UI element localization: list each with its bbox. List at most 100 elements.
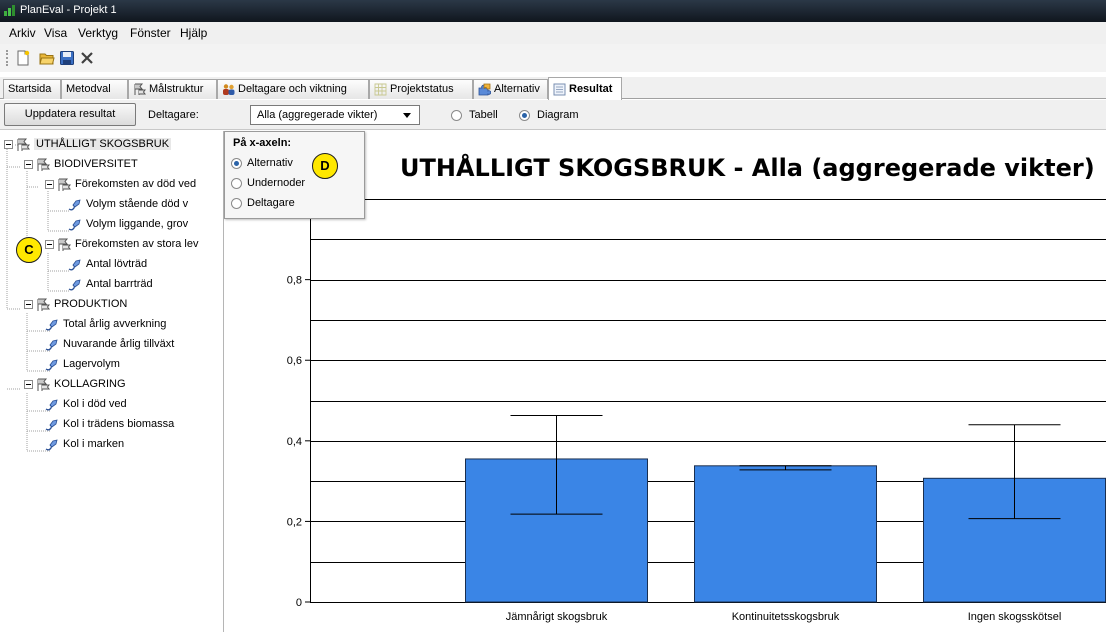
xaxis-popup-title: På x-axeln: bbox=[233, 137, 292, 149]
tab-label: Metodval bbox=[66, 83, 111, 95]
tab-metodval[interactable]: Metodval bbox=[61, 79, 128, 99]
criterion-icon bbox=[45, 419, 58, 431]
xaxis-options-popup: På x-axeln: Alternativ Undernoder Deltag… bbox=[224, 131, 365, 219]
collapse-toggle-icon[interactable] bbox=[4, 140, 13, 149]
tab-label: Målstruktur bbox=[149, 83, 204, 95]
tab-malstruktur[interactable]: Målstruktur bbox=[128, 79, 217, 99]
delete-button[interactable] bbox=[76, 48, 98, 68]
participants-dropdown[interactable]: Alla (aggregerade vikter) bbox=[250, 105, 420, 125]
xaxis-undernoder-label: Undernoder bbox=[247, 177, 306, 189]
collapse-toggle-icon[interactable] bbox=[24, 380, 33, 389]
flag-goal-icon bbox=[37, 378, 50, 391]
chevron-down-icon bbox=[403, 113, 411, 118]
tab-label: Startsida bbox=[8, 83, 52, 95]
flag-goal-icon bbox=[37, 298, 50, 311]
menu-verktyg[interactable]: Verktyg bbox=[78, 26, 118, 40]
toolbar bbox=[0, 44, 1106, 72]
participants-label: Deltagare: bbox=[148, 109, 199, 121]
y-tick-label: 0,2 bbox=[287, 516, 302, 528]
view-table-label: Tabell bbox=[469, 109, 498, 121]
flag-goal-icon bbox=[58, 178, 71, 191]
view-diagram-label: Diagram bbox=[537, 109, 579, 121]
menu-arkiv[interactable]: Arkiv bbox=[9, 26, 36, 40]
criterion-icon bbox=[45, 439, 58, 451]
tree-node-label: Förekomsten av stora lev bbox=[75, 238, 199, 250]
tree-node-label: KOLLAGRING bbox=[54, 378, 126, 390]
open-folder-icon bbox=[39, 53, 55, 65]
flag-tree-icon bbox=[134, 83, 146, 95]
view-diagram-radio[interactable] bbox=[519, 110, 530, 121]
flag-goal-icon bbox=[17, 138, 30, 151]
tree-node-label: Kol i trädens biomassa bbox=[63, 418, 175, 430]
tab-label: Resultat bbox=[569, 83, 613, 95]
tree-node-label: Volym stående död v bbox=[86, 198, 189, 210]
x-category-label: Ingen skogsskötsel bbox=[968, 611, 1062, 623]
tab-resultat[interactable]: Resultat bbox=[548, 77, 622, 100]
collapse-toggle-icon[interactable] bbox=[45, 180, 54, 189]
flag-goal-icon bbox=[37, 158, 50, 171]
criterion-icon bbox=[68, 279, 81, 291]
y-tick-label: 0,4 bbox=[287, 436, 302, 448]
save-button[interactable] bbox=[56, 48, 78, 68]
menu-fonster[interactable]: Fönster bbox=[130, 26, 171, 40]
marker-d: D bbox=[312, 153, 338, 179]
tree-node-label: Total årlig avverkning bbox=[63, 318, 167, 330]
xaxis-deltagare-label: Deltagare bbox=[247, 197, 295, 209]
x-category-label: Jämnårigt skogsbruk bbox=[506, 611, 608, 623]
menu-visa[interactable]: Visa bbox=[44, 26, 67, 40]
xaxis-alternativ-radio[interactable] bbox=[231, 158, 242, 169]
view-table-radio[interactable] bbox=[451, 110, 462, 121]
tree-node-label: Antal lövträd bbox=[86, 258, 148, 270]
xaxis-alternativ-label: Alternativ bbox=[247, 157, 293, 169]
y-tick-label: 0 bbox=[296, 597, 302, 609]
puzzle-icon bbox=[478, 83, 491, 96]
tree-node-label: Lagervolym bbox=[63, 358, 120, 370]
save-icon bbox=[60, 51, 74, 65]
tree-node-label: Kol i död ved bbox=[63, 398, 127, 410]
result-action-bar: Uppdatera resultat Deltagare: Alla (aggr… bbox=[0, 100, 1106, 130]
menu-bar: Arkiv Visa Verktyg Fönster Hjälp bbox=[0, 22, 1106, 44]
y-tick-label: 0,8 bbox=[287, 275, 302, 287]
tab-label: Deltagare och viktning bbox=[238, 83, 347, 95]
tree-node-label: Förekomsten av död ved bbox=[75, 178, 197, 190]
tree-node-label: UTHÅLLIGT SKOGSBRUK bbox=[34, 138, 172, 150]
tree-node-label: Kol i marken bbox=[63, 438, 125, 450]
tree-node-label: PRODUKTION bbox=[54, 298, 128, 310]
open-button[interactable] bbox=[36, 48, 58, 68]
planeval-window: PlanEval - Projekt 1 Arkiv Visa Verktyg … bbox=[0, 0, 1106, 632]
criterion-icon bbox=[45, 319, 58, 331]
criterion-icon bbox=[68, 199, 81, 211]
collapse-toggle-icon[interactable] bbox=[24, 160, 33, 169]
criterion-icon bbox=[45, 339, 58, 351]
chart-icon bbox=[553, 83, 566, 96]
window-title: PlanEval - Projekt 1 bbox=[20, 4, 117, 16]
tab-deltagare-och-viktning[interactable]: Deltagare och viktning bbox=[217, 79, 369, 99]
new-icon bbox=[17, 50, 30, 66]
tree-node-label: Nuvarande årlig tillväxt bbox=[63, 338, 175, 350]
marker-c: C bbox=[16, 237, 42, 263]
xaxis-undernoder-radio[interactable] bbox=[231, 178, 242, 189]
menu-hjalp[interactable]: Hjälp bbox=[180, 26, 207, 40]
update-results-button[interactable]: Uppdatera resultat bbox=[4, 103, 136, 126]
xaxis-deltagare-radio[interactable] bbox=[231, 198, 242, 209]
toolbar-grip[interactable] bbox=[6, 50, 8, 66]
goal-tree-panel: UTHÅLLIGT SKOGSBRUK BIODIVERSITET Förekoms… bbox=[0, 131, 224, 632]
criterion-icon bbox=[45, 359, 58, 371]
app-icon bbox=[4, 5, 15, 16]
criterion-icon bbox=[68, 219, 81, 231]
tab-startsida[interactable]: Startsida bbox=[3, 79, 61, 99]
x-category-label: Kontinuitetsskogsbruk bbox=[732, 611, 840, 623]
tab-projektstatus[interactable]: Projektstatus bbox=[369, 79, 473, 99]
tab-label: Projektstatus bbox=[390, 83, 454, 95]
tree-node-label: Volym liggande, grov bbox=[86, 218, 189, 230]
chart-title: UTHÅLLIGT SKOGSBRUK - Alla (aggregerade … bbox=[400, 153, 1095, 182]
criterion-icon bbox=[68, 259, 81, 271]
people-icon bbox=[223, 84, 235, 95]
tab-alternativ[interactable]: Alternativ bbox=[473, 79, 548, 99]
collapse-toggle-icon[interactable] bbox=[24, 300, 33, 309]
participants-value: Alla (aggregerade vikter) bbox=[257, 109, 378, 121]
tree-node-label: Antal barrträd bbox=[86, 278, 153, 290]
y-tick-label: 0,6 bbox=[287, 355, 302, 367]
collapse-toggle-icon[interactable] bbox=[45, 240, 54, 249]
new-button[interactable] bbox=[12, 48, 34, 68]
